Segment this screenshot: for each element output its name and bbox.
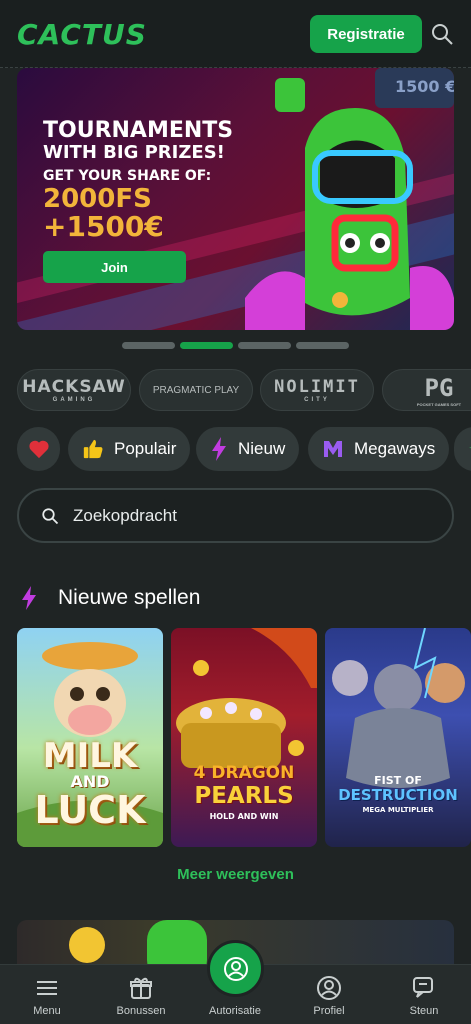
- provider-pg-sub: POCKET GAMES SOFT: [416, 401, 462, 407]
- provider-hacksaw-sub: GAMING: [52, 397, 96, 403]
- provider-nolimit[interactable]: NOLIMIT CITY: [260, 369, 374, 411]
- carousel-dot[interactable]: [296, 342, 349, 349]
- nav-auth-label: Autorisatie: [209, 1005, 261, 1017]
- nav-bonuses-label: Bonussen: [116, 1005, 166, 1017]
- tab-popular-label: Populair: [114, 439, 177, 458]
- search-icon: [42, 507, 59, 524]
- carousel-dot[interactable]: [122, 342, 175, 349]
- lightning-icon: [212, 437, 226, 461]
- search-placeholder: Zoekopdracht: [73, 505, 177, 525]
- game-card-fist-of-destruction[interactable]: FIST OF DESTRUCTION MEGA MULTIPLIER: [325, 628, 471, 847]
- search-input[interactable]: Zoekopdracht: [17, 488, 454, 543]
- search-icon[interactable]: [430, 22, 454, 46]
- thumbs-up-icon: [83, 439, 103, 459]
- game-card-4-dragon-pearls[interactable]: 4 DRAGON PEARLS HOLD AND WIN: [171, 628, 317, 847]
- promo-banner[interactable]: 1500 € TOURNAMENTS WITH BIG PRIZES! GET …: [17, 68, 454, 330]
- hamburger-icon: [37, 981, 57, 995]
- tab-favorites[interactable]: [17, 427, 60, 471]
- carousel-dot-active[interactable]: [180, 342, 233, 349]
- section-header: Nieuwe spellen: [20, 585, 200, 611]
- provider-nolimit-sub: CITY: [304, 397, 330, 403]
- provider-hacksaw[interactable]: HACKSAW GAMING: [17, 369, 131, 411]
- heart-icon: [28, 440, 49, 459]
- nav-support-label: Steun: [409, 1005, 439, 1017]
- show-more-link[interactable]: Meer weergeven: [0, 866, 471, 883]
- cactus-logo[interactable]: CACTUS: [17, 18, 147, 51]
- game-list: MILK AND LUCK 4 DRAGON PEARLS HOLD AND W…: [17, 628, 471, 848]
- tab-popular[interactable]: Populair: [68, 427, 191, 471]
- user-icon: [223, 956, 248, 981]
- tab-megaways[interactable]: Megaways: [308, 427, 450, 471]
- chat-icon: [413, 977, 433, 998]
- provider-list: HACKSAW GAMING PRAGMATIC PLAY NOLIMIT CI…: [17, 369, 471, 411]
- section-title: Nieuwe spellen: [58, 586, 201, 609]
- megaways-icon: [324, 441, 342, 457]
- game-thumbnail: [332, 628, 465, 788]
- svg-text:1500 €: 1500 €: [395, 77, 454, 96]
- header: CACTUS Registratie: [0, 0, 471, 68]
- game-title-line: LUCK: [34, 788, 146, 832]
- carousel-dot[interactable]: [238, 342, 291, 349]
- banner-share-text: GET YOUR SHARE OF:: [43, 168, 212, 184]
- game-title-line: MILK: [42, 736, 138, 776]
- provider-pragmatic[interactable]: PRAGMATIC PLAY: [139, 369, 253, 411]
- game-title-line: DESTRUCTION: [338, 786, 458, 804]
- provider-pg[interactable]: PG POCKET GAMES SOFT: [382, 369, 471, 411]
- category-tabs: Populair Nieuw Megaways ✦: [17, 427, 471, 471]
- provider-nolimit-label: NOLIMIT: [274, 377, 360, 397]
- provider-pg-label: PG: [424, 373, 454, 402]
- banner-prize-eur: +1500€: [43, 210, 164, 243]
- nav-profile-label: Profiel: [313, 1005, 345, 1017]
- tab-more[interactable]: ✦: [454, 427, 471, 471]
- nav-profile[interactable]: Profiel: [282, 965, 376, 1024]
- tab-megaways-label: Megaways: [354, 439, 436, 458]
- auth-button[interactable]: [207, 940, 264, 997]
- provider-hacksaw-label: HACKSAW: [22, 377, 126, 397]
- game-title-line: 4 DRAGON: [193, 763, 295, 783]
- profile-icon: [317, 976, 341, 1000]
- nav-support[interactable]: Steun: [377, 965, 471, 1024]
- lightning-icon: [22, 586, 36, 610]
- game-card-milk-and-luck[interactable]: MILK AND LUCK: [17, 628, 163, 847]
- gift-icon: [130, 977, 152, 999]
- banner-subtitle: WITH BIG PRIZES!: [43, 142, 225, 163]
- provider-pragmatic-label: PRAGMATIC PLAY: [152, 384, 240, 396]
- banner-title: TOURNAMENTS: [43, 118, 234, 143]
- carousel-indicator: [122, 342, 349, 349]
- nav-bonuses[interactable]: Bonussen: [94, 965, 188, 1024]
- nav-menu-label: Menu: [33, 1005, 61, 1017]
- register-button[interactable]: Registratie: [310, 15, 422, 53]
- game-title-line: PEARLS: [194, 783, 294, 809]
- nav-menu[interactable]: Menu: [0, 965, 94, 1024]
- tab-new[interactable]: Nieuw: [196, 427, 300, 471]
- game-title-line: MEGA MULTIPLIER: [362, 806, 434, 814]
- join-button[interactable]: Join: [43, 251, 186, 283]
- tab-new-label: Nieuw: [238, 439, 286, 458]
- cactus-mascot-art: 1500 €: [245, 68, 454, 330]
- game-title-line: HOLD AND WIN: [209, 812, 279, 821]
